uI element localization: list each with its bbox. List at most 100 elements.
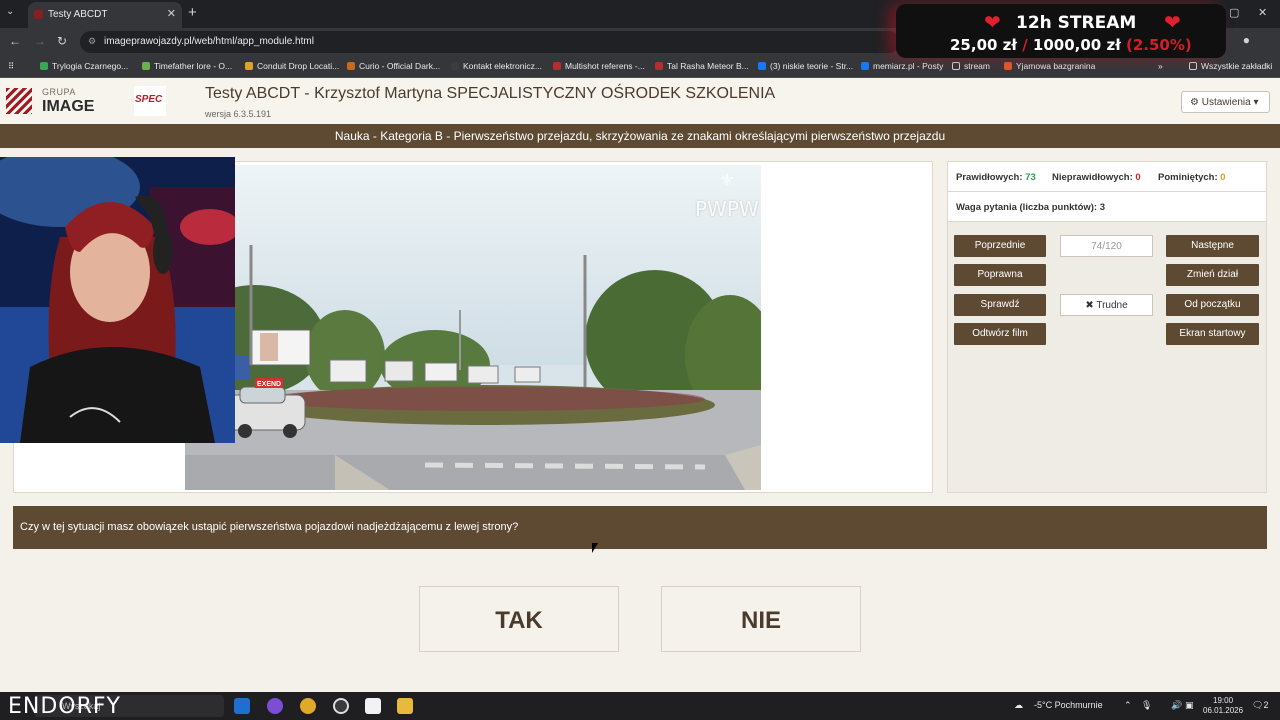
weather-icon[interactable]: ☁ <box>1014 700 1023 711</box>
question-video[interactable]: EXEND PWPW ⚜ <box>185 165 761 490</box>
bookmark-item[interactable]: memiarz.pl - Posty <box>861 61 943 71</box>
stream-title: 12h STREAM <box>1016 13 1137 33</box>
forward-icon[interactable]: → <box>34 34 46 48</box>
settings-dropdown-button[interactable]: ⚙ Ustawienia ▾ <box>1181 91 1270 113</box>
answer-yes-button[interactable]: TAK <box>419 586 619 652</box>
spec-logo: SPEC <box>134 86 166 116</box>
obs-icon[interactable] <box>333 698 349 714</box>
bookmark-favicon <box>40 62 48 70</box>
goal-separator: / <box>1022 36 1028 54</box>
facebook-icon <box>758 62 766 70</box>
bookmarks-bar: ⠿ Trylogia Czarnego... Timefather lore -… <box>0 56 1280 78</box>
difficult-label: Trudne <box>1096 300 1128 311</box>
settings-label: Ustawienia <box>1201 97 1251 108</box>
question-counter: 74/120 <box>1060 235 1153 257</box>
play-film-button[interactable]: Odtwórz film <box>954 323 1046 345</box>
taskbar-clock[interactable]: 19:00 06.01.2026 <box>1203 696 1243 716</box>
spec-logo-text: SPEC <box>135 94 163 105</box>
goal-target: 1000,00 zł <box>1032 36 1121 54</box>
answer-no-button[interactable]: NIE <box>661 586 861 652</box>
endorfy-watermark: ENDORFY <box>8 694 121 719</box>
mouse-cursor <box>592 543 598 553</box>
chrome-icon[interactable] <box>300 698 316 714</box>
clock-date: 06.01.2026 <box>1203 706 1244 715</box>
bookmark-item[interactable]: Curio - Official Dark... <box>347 61 440 71</box>
tab-close-icon[interactable]: ✕ <box>167 7 176 20</box>
restart-button[interactable]: Od początku <box>1166 294 1259 316</box>
profile-avatar-icon[interactable]: ● <box>1243 33 1250 47</box>
bookmark-folder[interactable]: stream <box>952 61 990 71</box>
site-favicon <box>34 10 43 19</box>
file-explorer-icon[interactable] <box>397 698 413 714</box>
language-icon[interactable]: ▣ <box>1185 700 1194 711</box>
goal-percent: (2.50%) <box>1126 36 1192 54</box>
bookmark-item[interactable]: Multishot referens -... <box>553 61 645 71</box>
tab-title: Testy ABCDT <box>48 9 108 20</box>
logo-text: IMAGE <box>42 98 95 115</box>
heart-icon: ❤ <box>1164 12 1181 34</box>
next-button[interactable]: Następne <box>1166 235 1259 257</box>
question-weight: Waga pytania (liczba punktów): 3 <box>948 192 1266 222</box>
all-bookmarks-folder[interactable]: Wszystkie zakładki <box>1189 61 1272 71</box>
edge-icon[interactable] <box>234 698 250 714</box>
difficult-toggle[interactable]: ✖ Trudne <box>1060 294 1153 316</box>
bookmark-item[interactable]: (3) niskie teorie - Str... <box>758 61 853 71</box>
bookmark-item[interactable]: Yjamowa bazgranina <box>1004 61 1095 71</box>
weather-text[interactable]: -5°C Pochmurnie <box>1034 700 1103 710</box>
browser-tab-active[interactable]: Testy ABCDT ✕ <box>28 2 182 28</box>
app-version: wersja 6.3.5.191 <box>205 109 272 119</box>
bookmark-item[interactable]: Timefather lore - O... <box>142 61 232 71</box>
bookmark-favicon <box>553 62 561 70</box>
maximize-icon[interactable]: ▢ <box>1229 6 1239 19</box>
folder-icon <box>952 62 960 70</box>
webcam-overlay <box>0 157 235 443</box>
weight-label: Waga pytania (liczba punktów): <box>956 202 1098 213</box>
shop-sign-text: EXEND <box>257 381 281 388</box>
new-tab-button[interactable]: + <box>188 4 197 21</box>
correct-count: Prawidłowych: 73 <box>956 172 1036 183</box>
url-text: imageprawojazdy.pl/web/html/app_module.h… <box>104 36 314 47</box>
app-header: GRUPA IMAGE SPEC Testy ABCDT - Krzysztof… <box>0 78 1280 124</box>
apps-icon[interactable]: ⠿ <box>8 61 14 72</box>
logo-subtitle: GRUPA <box>42 87 76 97</box>
heart-icon: ❤ <box>984 12 1001 34</box>
bookmark-item[interactable]: Tal Rasha Meteor B... <box>655 61 749 71</box>
bookmark-item[interactable]: Trylogia Czarnego... <box>40 61 128 71</box>
tray-expand-icon[interactable]: ⌃ <box>1124 700 1132 711</box>
close-window-icon[interactable]: ✕ <box>1258 6 1267 19</box>
incorrect-count-value: 0 <box>1135 172 1141 183</box>
page-title: Testy ABCDT - Krzysztof Martyna SPECJALI… <box>205 85 776 102</box>
start-screen-button[interactable]: Ekran startowy <box>1166 323 1259 345</box>
tab-list-icon[interactable]: ⌄ <box>6 6 14 17</box>
bookmark-favicon <box>142 62 150 70</box>
question-text: Czy w tej sytuacji masz obowiązek ustąpi… <box>13 506 1267 549</box>
bookmark-item[interactable]: Kontakt elektronicz... <box>451 61 542 71</box>
app-icon[interactable] <box>365 698 381 714</box>
donation-goal: 25,00 zł / 1000,00 zł (2.50%) <box>950 36 1192 54</box>
microphone-icon[interactable]: 🎙 <box>1141 700 1152 711</box>
check-button[interactable]: Sprawdź <box>954 294 1046 316</box>
skipped-count-value: 0 <box>1220 172 1226 183</box>
gears-icon: ⚙ <box>1190 97 1199 108</box>
change-section-button[interactable]: Zmień dział <box>1166 264 1259 286</box>
back-icon[interactable]: ← <box>9 34 21 48</box>
incorrect-count: Nieprawidłowych: 0 <box>1052 172 1141 183</box>
caret-down-icon: ▾ <box>1253 97 1259 108</box>
facebook-icon <box>861 62 869 70</box>
url-field[interactable]: ⚙ imageprawojazdy.pl/web/html/app_module… <box>80 31 900 53</box>
reload-icon[interactable]: ↻ <box>57 34 67 48</box>
correct-count-value: 73 <box>1025 172 1036 183</box>
bookmark-favicon <box>347 62 355 70</box>
bookmark-item[interactable]: Conduit Drop Locati... <box>245 61 339 71</box>
previous-button[interactable]: Poprzednie <box>954 235 1046 257</box>
site-info-icon[interactable]: ⚙ <box>88 36 96 47</box>
close-icon: ✖ <box>1085 300 1094 311</box>
folder-icon <box>1189 62 1197 70</box>
more-bookmarks-icon[interactable]: » <box>1158 61 1163 71</box>
score-row: Prawidłowych: 73 Nieprawidłowych: 0 Pomi… <box>948 162 1266 192</box>
volume-icon[interactable]: 🔊 <box>1171 700 1182 711</box>
notifications-icon[interactable]: 🗨2 <box>1252 700 1268 711</box>
category-bar: Nauka - Kategoria B - Pierwszeństwo prze… <box>0 124 1280 148</box>
discord-icon[interactable] <box>267 698 283 714</box>
show-correct-button[interactable]: Poprawna <box>954 264 1046 286</box>
